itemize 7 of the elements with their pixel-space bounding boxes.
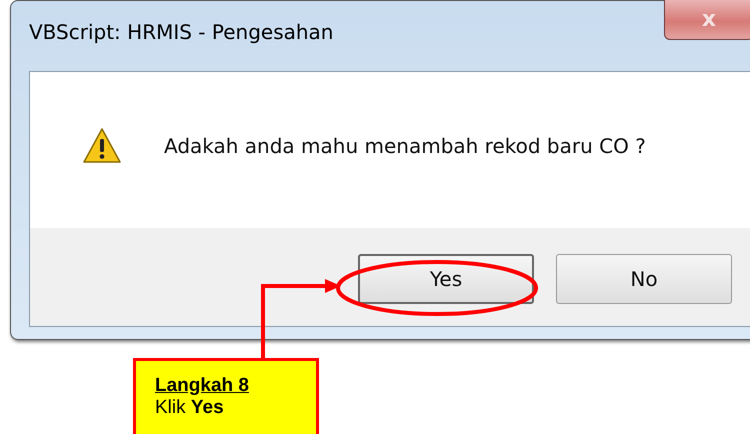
dialog-button[interactable]: Yes [358, 254, 534, 304]
window-title: VBScript: HRMIS - Pengesahan [29, 20, 334, 44]
warning-icon [82, 127, 122, 165]
callout-text: Klik Yes [155, 397, 224, 419]
message-text: Adakah anda mahu menambah rekod baru CO ? [164, 134, 646, 158]
dialog-button[interactable]: No [556, 254, 732, 304]
callout-heading: Langkah 8 [155, 375, 249, 397]
